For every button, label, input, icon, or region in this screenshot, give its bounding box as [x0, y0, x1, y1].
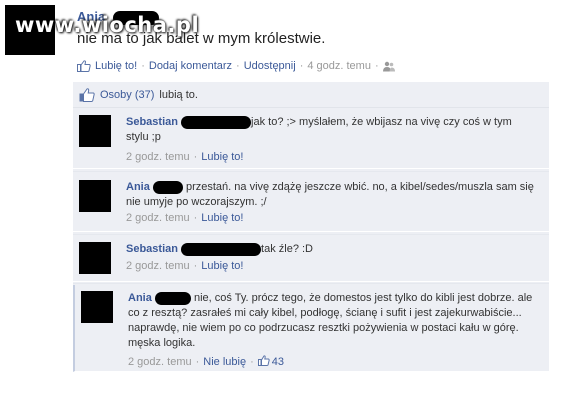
redaction — [154, 291, 191, 305]
separator: · — [141, 60, 145, 72]
comment-like-count[interactable]: 43 — [257, 355, 284, 369]
redaction — [181, 242, 262, 256]
comment-meta: 2 godz. temu · Lubię to! — [126, 260, 243, 272]
comment-author[interactable]: Sebastian — [126, 243, 178, 255]
redaction — [181, 115, 252, 129]
likes-summary: Osoby (37) lubią to. — [73, 82, 549, 108]
likes-suffix: lubią to. — [159, 88, 198, 101]
comment-unlike-link[interactable]: Nie lubię — [203, 356, 246, 368]
separator: · — [193, 151, 198, 163]
comment-timestamp[interactable]: 2 godz. temu — [128, 356, 192, 368]
comment-meta: 2 godz. temu · Lubię to! — [126, 212, 243, 224]
post-timestamp[interactable]: 4 godz. temu — [307, 60, 371, 72]
separator: · — [299, 60, 304, 72]
comment-avatar[interactable] — [79, 115, 111, 147]
comment: Ania przestań. na vivę zdążę jeszcze wbi… — [73, 174, 549, 232]
comment: Ania nie, coś Ty. prócz tego, że domesto… — [73, 285, 549, 372]
watermark: www.wiocha.pl — [15, 13, 200, 37]
comment-text: tak źle? :D — [261, 243, 313, 255]
separator: · — [250, 356, 254, 368]
comment-text-block: Sebastian jak to? ;> myślałem, że wbijas… — [126, 115, 536, 145]
separator: · — [195, 356, 200, 368]
separator: · — [236, 60, 240, 72]
comment-avatar[interactable] — [79, 180, 111, 212]
share-link[interactable]: Udostępnij — [244, 60, 296, 72]
comment-like-link[interactable]: Lubię to! — [201, 260, 243, 272]
comment-timestamp[interactable]: 2 godz. temu — [126, 151, 190, 163]
comment: Sebastian tak źle? :D 2 godz. temu · Lub… — [73, 236, 549, 282]
comment-avatar[interactable] — [81, 291, 113, 323]
divider — [73, 171, 549, 172]
comment-author[interactable]: Ania — [126, 181, 150, 193]
like-count-value: 43 — [271, 356, 284, 368]
thumbs-up-icon — [79, 87, 95, 102]
comment-text-block: Sebastian tak źle? :D — [126, 242, 536, 257]
people-icon — [382, 61, 395, 72]
separator: · — [193, 212, 198, 224]
separator: · — [193, 260, 198, 272]
comment-text: przestań. na vivę zdążę jeszcze wbić. no… — [126, 181, 534, 208]
post-actions: Lubię to! · Dodaj komentarz · Udostępnij… — [77, 60, 395, 72]
comment-like-link[interactable]: Lubię to! — [201, 212, 243, 224]
likes-people-link[interactable]: Osoby (37) — [100, 89, 154, 101]
comment-timestamp[interactable]: 2 godz. temu — [126, 260, 190, 272]
like-icon — [77, 60, 91, 72]
redaction — [152, 180, 183, 194]
like-icon — [257, 355, 270, 369]
comment: Sebastian jak to? ;> myślałem, że wbijas… — [73, 109, 549, 169]
comments-panel: Osoby (37) lubią to. Sebastian jak to? ;… — [73, 82, 549, 372]
post-like-link[interactable]: Lubię to! — [95, 60, 137, 72]
comment-text-block: Ania przestań. na vivę zdążę jeszcze wbi… — [126, 180, 536, 210]
comment-author[interactable]: Ania — [128, 292, 152, 304]
comment-author[interactable]: Sebastian — [126, 116, 178, 128]
divider — [73, 234, 549, 235]
comment-meta: 2 godz. temu · Nie lubię · 43 — [128, 355, 284, 369]
separator: · — [374, 60, 379, 72]
comment-avatar[interactable] — [79, 242, 111, 274]
comment-meta: 2 godz. temu · Lubię to! — [126, 151, 243, 163]
comment-like-link[interactable]: Lubię to! — [201, 151, 243, 163]
divider — [73, 283, 549, 284]
comment-timestamp[interactable]: 2 godz. temu — [126, 212, 190, 224]
add-comment-link[interactable]: Dodaj komentarz — [149, 60, 232, 72]
comment-text-block: Ania nie, coś Ty. prócz tego, że domesto… — [128, 291, 538, 351]
